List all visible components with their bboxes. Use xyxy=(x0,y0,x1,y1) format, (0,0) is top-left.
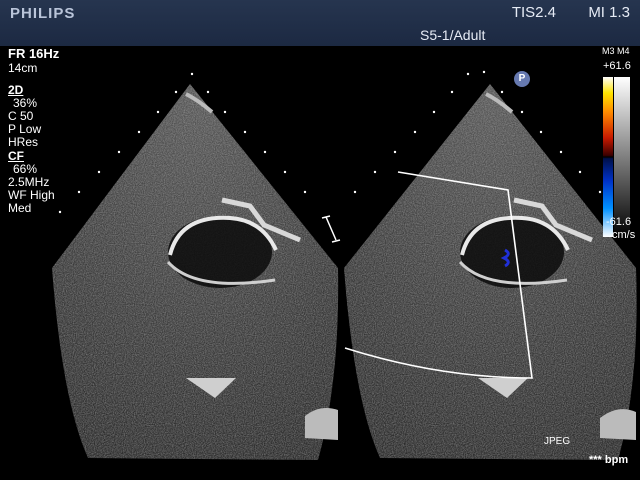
velocity-max: +61.6 xyxy=(603,60,631,72)
image-format-label: JPEG xyxy=(544,436,571,447)
probe-preset: S5-1/Adult xyxy=(420,27,486,43)
right-sector-image xyxy=(305,84,637,460)
velocity-min: -61.6 xyxy=(606,216,632,228)
grayscale-bar xyxy=(614,77,630,237)
tis-readout: TIS2.4 xyxy=(511,4,556,21)
brand-logo: PHILIPS xyxy=(10,5,76,22)
velocity-color-bar xyxy=(603,77,613,237)
heart-rate-readout: *** bpm xyxy=(589,454,629,466)
left-sector-image xyxy=(52,84,339,460)
probe-orientation-icon: P xyxy=(514,71,530,87)
velocity-unit: cm/s xyxy=(612,229,636,241)
mi-readout: MI 1.3 xyxy=(588,4,630,21)
ultrasound-scan-area xyxy=(52,70,637,460)
header-bar: PHILIPS TIS2.4 MI 1.3 S5-1/Adult xyxy=(0,0,640,46)
color-map-label: M3 M4 xyxy=(602,46,630,56)
focus-marker-icon xyxy=(321,215,341,243)
